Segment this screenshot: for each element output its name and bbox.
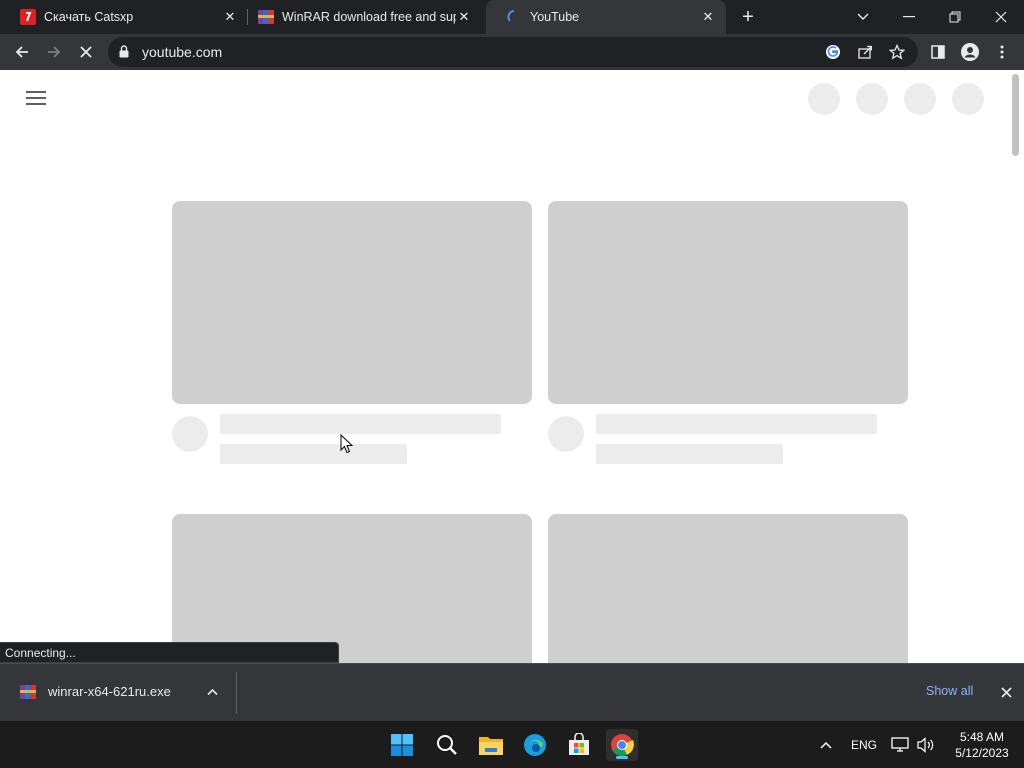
system-clock[interactable]: 5:48 AM 5/12/2023	[944, 729, 1020, 761]
new-tab-button[interactable]: +	[738, 7, 758, 27]
scrollbar-thumb[interactable]	[1012, 74, 1019, 156]
channel-avatar-skeleton	[548, 416, 584, 452]
lock-icon	[119, 45, 129, 58]
mouse-cursor-icon	[340, 434, 353, 454]
google-lens-button[interactable]	[824, 43, 842, 61]
arrow-right-icon	[48, 46, 61, 58]
close-icon	[1000, 686, 1012, 698]
video-thumbnail-skeleton	[172, 201, 532, 404]
download-shelf: winrar-x64-621ru.exe Show all	[0, 663, 1024, 721]
catsxp-favicon	[20, 9, 36, 25]
winrar-favicon	[258, 10, 274, 24]
show-hidden-icons-button[interactable]	[810, 729, 842, 761]
profile-icon	[961, 43, 979, 61]
chevron-down-icon	[857, 13, 869, 20]
close-icon[interactable]: ✕	[700, 9, 716, 25]
tab-title: WinRAR download free and support	[282, 10, 456, 24]
restore-icon	[949, 11, 961, 23]
folder-icon	[479, 737, 503, 755]
tab-strip: Скачать Catsxp ✕ WinRAR download free an…	[0, 0, 1024, 34]
chrome-icon	[611, 734, 634, 756]
store-icon	[569, 733, 589, 755]
header-skeleton-circle	[856, 83, 888, 115]
page-scrollbar[interactable]	[1008, 70, 1024, 663]
menu-button[interactable]	[990, 40, 1014, 64]
web-page: Connecting...	[0, 70, 1024, 663]
video-title-skeleton	[220, 414, 501, 434]
header-skeleton-circle	[808, 83, 840, 115]
star-icon	[889, 44, 905, 60]
edge-button[interactable]	[519, 729, 551, 761]
windows-logo-icon	[391, 734, 413, 756]
download-file-name: winrar-x64-621ru.exe	[48, 684, 171, 699]
clock-date: 5/12/2023	[955, 746, 1009, 760]
video-title-skeleton	[596, 414, 877, 434]
search-icon	[437, 735, 457, 755]
close-icon[interactable]: ✕	[456, 9, 472, 25]
close-icon[interactable]: ✕	[222, 9, 238, 25]
active-app-indicator	[616, 756, 628, 759]
header-skeleton-circle	[904, 83, 936, 115]
tab-winrar[interactable]: WinRAR download free and support ✕	[238, 0, 488, 34]
close-icon	[80, 46, 92, 58]
edge-icon	[524, 734, 546, 756]
tab-catsxp[interactable]: Скачать Catsxp ✕	[0, 0, 248, 34]
hamburger-menu-icon[interactable]	[26, 91, 46, 105]
share-button[interactable]	[856, 43, 874, 61]
shelf-separator	[236, 672, 237, 714]
file-explorer-button[interactable]	[475, 729, 507, 761]
video-meta-skeleton	[596, 444, 783, 464]
minimize-icon	[903, 16, 915, 18]
chevron-up-icon	[820, 741, 832, 749]
chrome-button[interactable]	[606, 729, 638, 761]
bookmark-button[interactable]	[888, 43, 906, 61]
video-thumbnail-skeleton	[548, 514, 908, 663]
channel-avatar-skeleton	[172, 416, 208, 452]
kebab-menu-icon	[1000, 45, 1004, 59]
profile-button[interactable]	[958, 40, 982, 64]
video-meta-skeleton	[220, 444, 407, 464]
window-close-button[interactable]	[978, 0, 1024, 34]
chevron-up-icon[interactable]	[207, 688, 218, 696]
side-panel-button[interactable]	[926, 40, 950, 64]
close-shelf-button[interactable]	[998, 684, 1014, 700]
google-icon	[826, 45, 840, 59]
speaker-icon	[917, 737, 934, 753]
address-bar[interactable]: youtube.com	[108, 37, 918, 67]
winrar-file-icon	[20, 685, 36, 699]
status-bubble: Connecting...	[0, 642, 339, 663]
download-item[interactable]: winrar-x64-621ru.exe	[0, 664, 236, 722]
clock-time: 5:48 AM	[959, 730, 1005, 744]
windows-taskbar: ENG 5:48 AM 5/12/2023	[0, 721, 1024, 768]
microsoft-store-button[interactable]	[563, 729, 595, 761]
tab-title: Скачать Catsxp	[44, 10, 134, 24]
show-all-button[interactable]: Show all	[926, 684, 973, 698]
share-icon	[858, 45, 872, 59]
tab-youtube[interactable]: YouTube ✕	[486, 0, 726, 34]
stop-loading-button[interactable]	[74, 40, 98, 64]
browser-toolbar: youtube.com	[0, 34, 1024, 70]
minimize-button[interactable]	[886, 0, 932, 34]
loading-spinner-icon	[507, 10, 515, 22]
close-icon	[995, 11, 1007, 23]
network-icon	[891, 737, 909, 752]
tab-search-button[interactable]	[840, 0, 886, 34]
start-button[interactable]	[386, 729, 418, 761]
restore-button[interactable]	[932, 0, 978, 34]
tab-title: YouTube	[530, 10, 580, 24]
forward-button[interactable]	[42, 40, 66, 64]
volume-button[interactable]	[910, 729, 942, 761]
arrow-left-icon	[15, 46, 28, 58]
input-language-indicator[interactable]: ENG	[851, 738, 877, 752]
side-panel-icon	[931, 45, 945, 59]
header-skeleton-circle	[952, 83, 984, 115]
video-thumbnail-skeleton	[548, 201, 908, 404]
video-thumbnail-skeleton	[172, 514, 532, 663]
url-text: youtube.com	[142, 44, 223, 60]
back-button[interactable]	[10, 40, 34, 64]
search-button[interactable]	[431, 729, 463, 761]
